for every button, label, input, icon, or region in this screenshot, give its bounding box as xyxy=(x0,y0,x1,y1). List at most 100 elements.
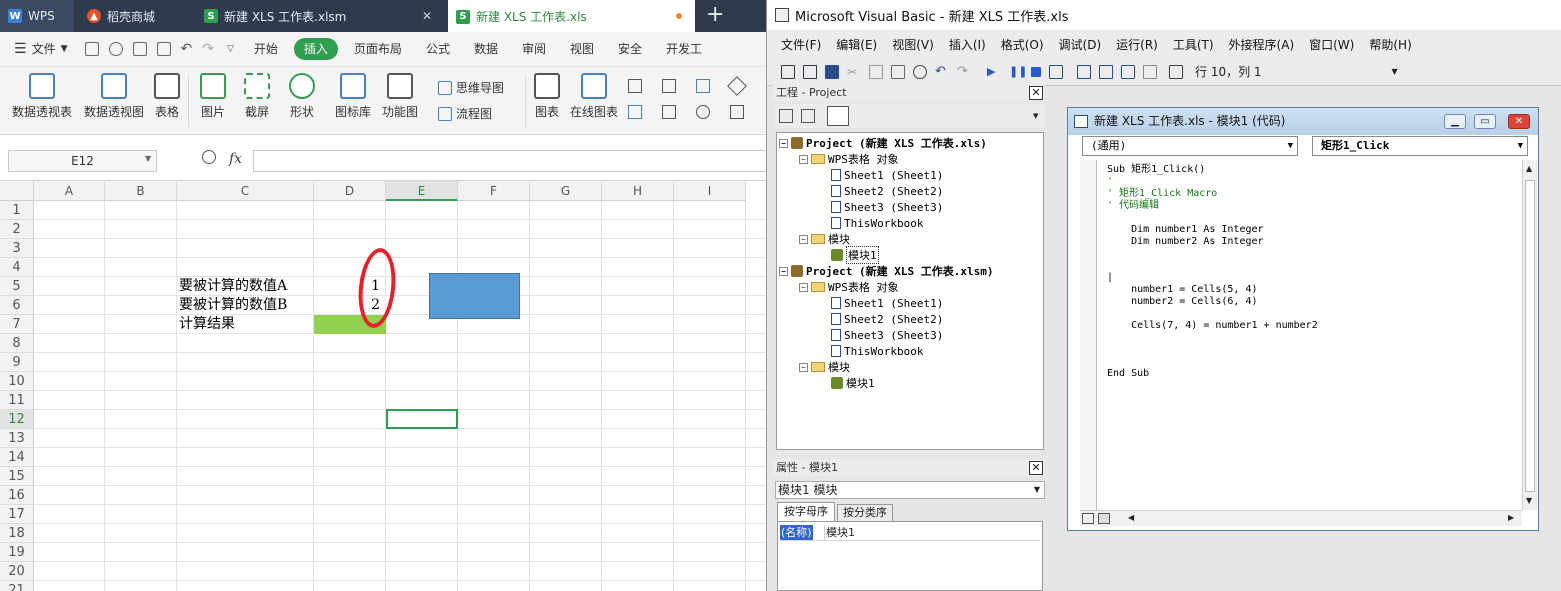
row-header-12[interactable]: 12 xyxy=(0,410,34,429)
pause-icon[interactable]: ❚❚ xyxy=(1009,65,1027,79)
cell-c6[interactable]: 要被计算的数值B xyxy=(179,296,287,315)
redo-icon[interactable]: ↷ xyxy=(957,64,971,79)
tree-node[interactable]: ThisWorkbook xyxy=(819,343,923,359)
column-header-c[interactable]: C xyxy=(177,181,314,201)
close-icon[interactable]: ✕ xyxy=(1029,461,1043,475)
select-all-corner[interactable] xyxy=(0,181,34,201)
vbe-menu-item-8[interactable]: 外接程序(A) xyxy=(1229,36,1295,53)
tree-node[interactable]: Sheet3 (Sheet3) xyxy=(819,199,943,215)
properties-object-combo[interactable]: 模块1 模块 ▼ xyxy=(775,481,1045,499)
paste-icon[interactable] xyxy=(891,64,905,79)
cut-icon[interactable]: ✂ xyxy=(847,65,861,79)
vertical-scrollbar[interactable]: ▲ ▼ xyxy=(1522,160,1538,510)
row-header-15[interactable]: 15 xyxy=(0,467,34,486)
row-header-8[interactable]: 8 xyxy=(0,334,34,353)
chevron-down-icon[interactable]: ▼ xyxy=(145,154,151,163)
row-header-9[interactable]: 9 xyxy=(0,353,34,372)
row-header-1[interactable]: 1 xyxy=(0,201,34,220)
collapse-icon[interactable]: − xyxy=(799,234,808,244)
maximize-button[interactable]: ▭ xyxy=(1474,114,1496,129)
scroll-left-icon[interactable]: ◀ xyxy=(1128,513,1134,522)
property-value[interactable]: 模块1 xyxy=(824,525,855,540)
file-menu-button[interactable]: ☰ 文件 ▼ xyxy=(0,38,80,60)
collapse-icon[interactable]: − xyxy=(799,282,808,292)
vbe-menu-item-0[interactable]: 文件(F) xyxy=(781,36,821,53)
save-icon[interactable] xyxy=(825,64,839,79)
stop-icon[interactable] xyxy=(1031,66,1041,77)
toolbox-icon[interactable] xyxy=(1143,64,1157,79)
column-header-g[interactable]: G xyxy=(530,181,602,201)
tree-node[interactable]: Sheet1 (Sheet1) xyxy=(819,167,943,183)
tree-node[interactable]: 模块1 xyxy=(819,375,875,391)
collapse-icon[interactable]: − xyxy=(779,266,788,276)
help-icon[interactable] xyxy=(1169,64,1183,79)
vbe-menu-item-10[interactable]: 帮助(H) xyxy=(1369,36,1411,53)
code-editor[interactable]: Sub 矩形1_Click() ' ' 矩形1_Click Macro ' 代码编辑 … xyxy=(1096,160,1520,510)
bar-chart-icon[interactable] xyxy=(662,79,676,93)
online-chart-button[interactable]: 在线图表 xyxy=(570,73,618,120)
column-chart-icon[interactable] xyxy=(628,79,642,93)
row-header-11[interactable]: 11 xyxy=(0,391,34,410)
tab-alphabetic[interactable]: 按字母序 xyxy=(777,502,835,521)
menu-item-view[interactable]: 视图 xyxy=(558,38,606,60)
tree-node[interactable]: 模块1 xyxy=(819,246,879,264)
column-header-b[interactable]: B xyxy=(105,181,177,201)
view-object-icon[interactable] xyxy=(801,109,815,123)
procedure-combo[interactable]: 矩形1_Click ▼ xyxy=(1312,136,1528,156)
chevron-down-icon[interactable]: ▼ xyxy=(1033,112,1038,120)
insert-module-icon[interactable] xyxy=(803,64,817,79)
tree-node[interactable]: ThisWorkbook xyxy=(819,215,923,231)
tree-node[interactable]: Sheet2 (Sheet2) xyxy=(819,183,943,199)
tab-xls-file[interactable]: S 新建 XLS 工作表.xls xyxy=(448,0,695,33)
view-code-icon[interactable] xyxy=(779,109,793,123)
close-button[interactable]: ✕ xyxy=(1508,114,1530,129)
collapse-icon[interactable]: − xyxy=(799,154,808,164)
tree-node[interactable]: − 模块 xyxy=(799,231,850,247)
quick-access-dropdown-icon[interactable]: ▽ xyxy=(227,44,234,54)
new-tab-button[interactable]: + xyxy=(706,3,724,27)
tab-daoke[interactable]: ▲ 稻壳商城 xyxy=(79,0,191,32)
vbe-menu-item-7[interactable]: 工具(T) xyxy=(1173,36,1214,53)
full-module-view-icon[interactable] xyxy=(1098,513,1110,524)
scroll-up-icon[interactable]: ▲ xyxy=(1526,164,1532,173)
row-header-5[interactable]: 5 xyxy=(0,277,34,296)
tab-xlsm-file[interactable]: S 新建 XLS 工作表.xlsm ✕ xyxy=(196,0,442,32)
undo-icon[interactable]: ↶ xyxy=(935,64,949,79)
selected-cell-e12[interactable] xyxy=(386,409,458,429)
properties-icon[interactable] xyxy=(1099,64,1113,79)
design-mode-icon[interactable] xyxy=(1049,64,1063,79)
close-icon[interactable]: ✕ xyxy=(1029,86,1043,100)
vbe-menu-item-9[interactable]: 窗口(W) xyxy=(1309,36,1354,53)
row-header-14[interactable]: 14 xyxy=(0,448,34,467)
menu-item-review[interactable]: 审阅 xyxy=(510,38,558,60)
sheet-grid[interactable]: A B C D E F G H I 1 2 3 4 5 6 7 8 9 10 11 12 13 14 15 16 17 18 19 20… xyxy=(0,181,766,591)
menu-item-formula[interactable]: 公式 xyxy=(414,38,462,60)
column-header-i[interactable]: I xyxy=(674,181,746,201)
menu-item-data[interactable]: 数据 xyxy=(462,38,510,60)
export-icon[interactable] xyxy=(108,42,123,56)
row-header-19[interactable]: 19 xyxy=(0,543,34,562)
menu-item-security[interactable]: 安全 xyxy=(606,38,654,60)
save-icon[interactable] xyxy=(84,42,99,56)
scatter-chart-icon[interactable] xyxy=(730,105,744,119)
vbe-menu-item-1[interactable]: 编辑(E) xyxy=(836,36,877,53)
object-combo[interactable]: (通用) ▼ xyxy=(1082,136,1298,156)
tree-node[interactable]: − Project (新建 XLS 工作表.xls) xyxy=(779,135,987,151)
column-header-a[interactable]: A xyxy=(34,181,105,201)
column-header-e[interactable]: E xyxy=(386,181,458,201)
procedure-view-icon[interactable] xyxy=(1082,513,1094,524)
formula-input[interactable] xyxy=(253,150,766,172)
flowchart-button[interactable]: 流程图 xyxy=(438,105,492,122)
vbe-menu-item-4[interactable]: 格式(O) xyxy=(1001,36,1044,53)
print-icon[interactable] xyxy=(132,42,147,56)
rectangle-macro-button[interactable] xyxy=(429,273,520,319)
picture-button[interactable]: 图片 xyxy=(200,73,226,120)
cell-c7[interactable]: 计算结果 xyxy=(179,315,235,334)
vbe-menu-item-3[interactable]: 插入(I) xyxy=(949,36,986,53)
print-preview-icon[interactable] xyxy=(156,42,171,56)
toolbar-options-icon[interactable]: ▼ xyxy=(1392,67,1398,76)
tab-categorized[interactable]: 按分类序 xyxy=(837,504,893,521)
row-header-16[interactable]: 16 xyxy=(0,486,34,505)
tree-node[interactable]: − WPS表格 对象 xyxy=(799,279,899,295)
scroll-down-icon[interactable]: ▼ xyxy=(1526,496,1532,505)
